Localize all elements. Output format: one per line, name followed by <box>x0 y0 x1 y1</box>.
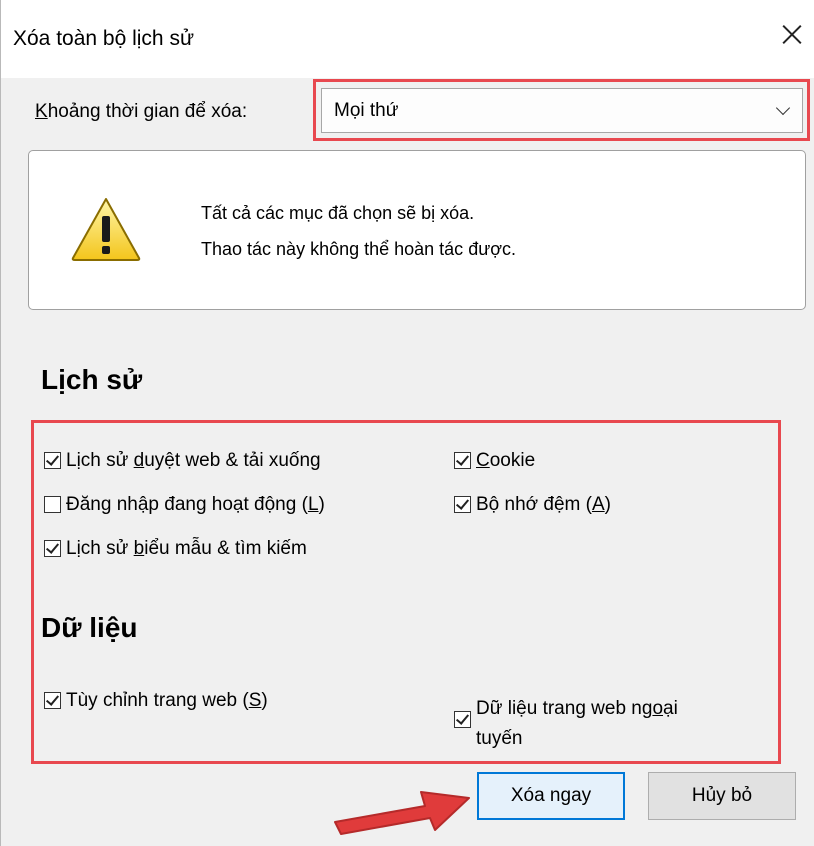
cancel-button[interactable]: Hủy bỏ <box>648 772 796 820</box>
warning-text-line2: Thao tác này không thể hoàn tác được. <box>201 239 517 259</box>
checkbox-cache[interactable]: Bộ nhớ đệm (A) <box>454 494 611 516</box>
checkbox-box[interactable] <box>44 692 61 709</box>
checkbox-label: Đăng nhập đang hoạt động (L) <box>66 494 325 515</box>
checkbox-box[interactable] <box>44 540 61 557</box>
checkbox-box[interactable] <box>454 452 471 469</box>
checkbox-box[interactable] <box>454 496 471 513</box>
time-range-label: Khoảng thời gian để xóa: <box>35 101 248 122</box>
checkbox-browsing-history[interactable]: Lịch sử duyệt web & tải xuống <box>44 450 321 472</box>
checkbox-site-settings[interactable]: Tùy chỉnh trang web (S) <box>44 690 268 712</box>
checkbox-box[interactable] <box>454 711 471 728</box>
checkbox-label: Dữ liệu trang web ngoại tuyến <box>476 698 678 749</box>
time-range-select[interactable]: Mọi thứ <box>321 88 803 133</box>
dialog-title: Xóa toàn bộ lịch sử <box>13 27 195 50</box>
warning-icon <box>71 198 141 261</box>
checkbox-label: Lịch sử biểu mẫu & tìm kiếm <box>66 538 307 559</box>
checkbox-box[interactable] <box>44 452 61 469</box>
checkbox-active-logins[interactable]: Đăng nhập đang hoạt động (L) <box>44 494 325 516</box>
checkbox-label: Cookie <box>476 450 536 471</box>
title-bar: Xóa toàn bộ lịch sử <box>1 0 814 78</box>
annotation-arrow-icon <box>334 791 470 835</box>
time-range-value: Mọi thứ <box>334 100 399 121</box>
checkbox-label: Bộ nhớ đệm (A) <box>476 494 611 515</box>
close-icon[interactable] <box>777 20 807 50</box>
clear-now-button[interactable]: Xóa ngay <box>477 772 625 820</box>
checkbox-form-search-history[interactable]: Lịch sử biểu mẫu & tìm kiếm <box>44 538 307 560</box>
checkbox-label: Lịch sử duyệt web & tải xuống <box>66 450 321 471</box>
history-heading: Lịch sử <box>41 364 143 395</box>
warning-panel: Tất cả các mục đã chọn sẽ bị xóa. Thao t… <box>28 150 806 310</box>
checkbox-box[interactable] <box>44 496 61 513</box>
data-heading: Dữ liệu <box>41 612 138 643</box>
warning-text-line1: Tất cả các mục đã chọn sẽ bị xóa. <box>201 203 475 223</box>
checkbox-cookies[interactable]: Cookie <box>454 450 535 472</box>
chevron-down-icon <box>775 100 791 116</box>
checkbox-label: Tùy chỉnh trang web (S) <box>66 690 268 711</box>
clear-history-dialog: Xóa toàn bộ lịch sử Khoảng thời gian để … <box>0 0 814 846</box>
checkbox-offline-website-data[interactable]: Dữ liệu trang web ngoại tuyến <box>454 694 678 754</box>
